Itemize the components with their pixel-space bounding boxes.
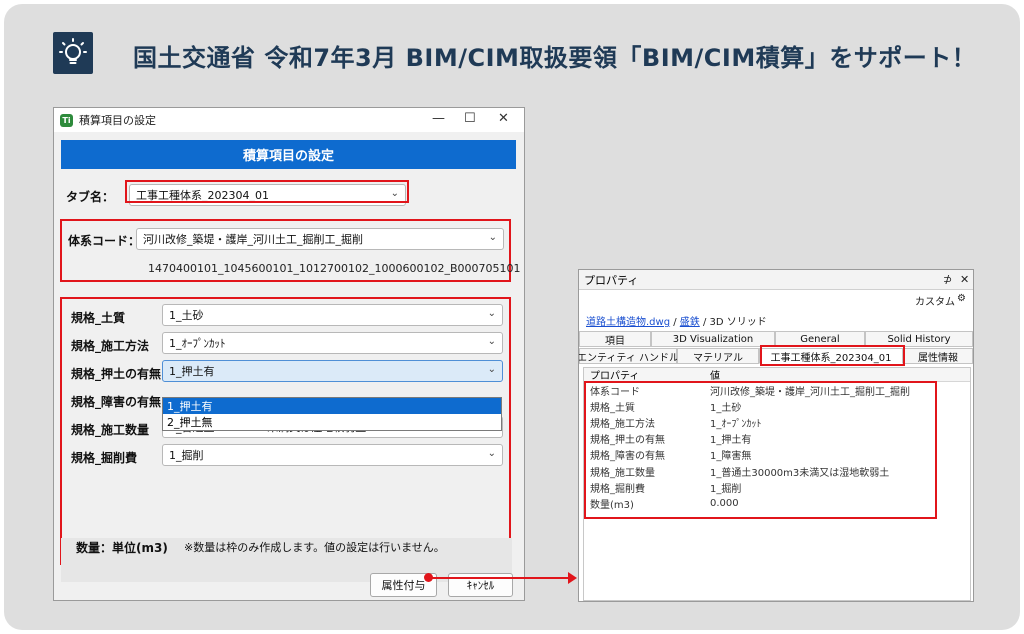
field-select-pushsoil[interactable]: 1_押土有 ⌄ [162, 360, 503, 382]
tab-material[interactable]: マテリアル [677, 348, 759, 364]
dropdown-option[interactable]: 1_押土有 [163, 398, 501, 414]
table-header: プロパティ 値 [584, 368, 970, 382]
arrow-head-icon [568, 572, 577, 584]
field-label: 規格_押土の有無 [71, 367, 162, 381]
field-label: 規格_掘削費 [71, 451, 138, 465]
chevron-down-icon: ⌄ [487, 364, 496, 375]
properties-palette: プロパティ ⊅ ✕ カスタム ⚙ 道路土構造物.dwg / 盛鉄 / 3D ソリ… [578, 269, 974, 602]
connector-dot [424, 573, 433, 582]
tab-items[interactable]: 項目 [579, 331, 651, 347]
settings-dialog: Ti 積算項目の設定 — ☐ ✕ 積算項目の設定 タブ名： 工事工種体系_202… [53, 107, 525, 601]
code-number: 1470400101_1045600101_1012700102_1000600… [148, 262, 521, 275]
tab-name-highlight [125, 180, 409, 203]
lightbulb-icon [53, 32, 93, 74]
field-label: 規格_障害の有無 [71, 395, 162, 409]
chevron-down-icon: ⌄ [487, 448, 496, 459]
dialog-window-title: 積算項目の設定 [79, 114, 156, 127]
field-select-soil[interactable]: 1_土砂 ⌄ [162, 304, 503, 326]
dropdown-option[interactable]: 2_押土無 [163, 414, 501, 430]
column-header-property: プロパティ [590, 371, 640, 382]
tab-name-label: タブ名： [66, 190, 115, 204]
dialog-body: 積算項目の設定 タブ名： 工事工種体系_202304_01 ⌄ 体系コード： 河… [54, 132, 524, 600]
tab-entity-handle[interactable]: エンティティ ハンドル [579, 348, 679, 364]
chevron-down-icon: ⌄ [488, 232, 497, 243]
field-select-excavation[interactable]: 1_掘削 ⌄ [162, 444, 503, 466]
chevron-down-icon: ⌄ [487, 308, 496, 319]
column-header-value: 値 [710, 371, 720, 382]
dialog-banner: 積算項目の設定 [61, 140, 516, 169]
tab-attribute-info[interactable]: 属性情報 [903, 348, 973, 364]
field-label: 規格_施工数量 [71, 423, 150, 437]
field-label: 規格_施工方法 [71, 339, 150, 353]
field-select-method[interactable]: 1_ｵｰﾌﾟﾝｶｯﾄ ⌄ [162, 332, 503, 354]
tab-highlight [760, 345, 905, 366]
gear-icon[interactable]: ⚙ [957, 293, 966, 304]
field-value: 1_土砂 [169, 309, 204, 322]
code-value: 河川改修_築堤・護岸_河川土工_掘削工_掘削 [143, 233, 363, 246]
chevron-down-icon: ⌄ [487, 336, 496, 347]
breadcrumb-file[interactable]: 道路土構造物.dwg [586, 317, 670, 328]
tab-3d-visualization[interactable]: 3D Visualization [651, 331, 775, 347]
connector-arrow [430, 577, 570, 579]
field-value: 1_ｵｰﾌﾟﾝｶｯﾄ [169, 337, 226, 350]
breadcrumb-layer[interactable]: 盛鉄 [680, 317, 700, 328]
palette-title: プロパティ [584, 273, 639, 287]
dialog-titlebar: Ti 積算項目の設定 — ☐ ✕ [54, 108, 524, 132]
pin-icon[interactable]: ⊅ [943, 273, 952, 286]
code-select[interactable]: 河川改修_築堤・護岸_河川土工_掘削工_掘削 ⌄ [136, 228, 504, 250]
property-rows-highlight [584, 381, 937, 519]
page-title: 国土交通省 令和7年3月 BIM/CIM取扱要領「BIM/CIM積算」をサポート… [133, 44, 977, 72]
field-value: 1_押土有 [169, 365, 215, 378]
palette-titlebar: プロパティ ⊅ ✕ [579, 270, 973, 290]
minimize-icon[interactable]: — [432, 111, 445, 126]
field-label: 規格_土質 [71, 311, 126, 325]
close-icon[interactable]: ✕ [960, 273, 969, 286]
dropdown-list: 1_押土有 2_押土無 [162, 397, 502, 431]
custom-label[interactable]: カスタム [915, 293, 955, 308]
breadcrumb: 道路土構造物.dwg / 盛鉄 / 3D ソリッド [586, 317, 767, 328]
close-icon[interactable]: ✕ [498, 111, 509, 126]
quantity-note: ※数量は枠のみ作成します。値の設定は行いません。 [184, 541, 445, 554]
maximize-icon[interactable]: ☐ [464, 111, 476, 126]
app-icon: Ti [60, 113, 73, 127]
field-value: 1_掘削 [169, 449, 204, 462]
breadcrumb-type: 3D ソリッド [709, 317, 767, 328]
quantity-label: 数量：単位(m3) [76, 541, 168, 555]
code-label: 体系コード： [68, 234, 141, 248]
